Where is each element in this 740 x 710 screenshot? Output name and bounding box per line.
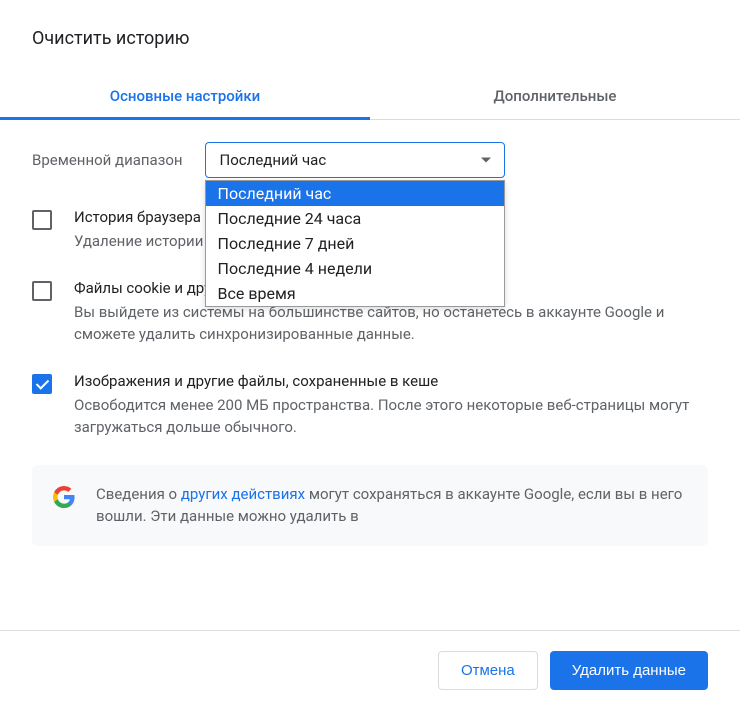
option-desc: Вы выйдете из системы на большинстве сай… bbox=[74, 301, 708, 346]
dropdown-option-24h[interactable]: Последние 24 часа bbox=[206, 206, 504, 231]
option-title: Изображения и другие файлы, сохраненные … bbox=[74, 372, 708, 390]
option-text: Изображения и другие файлы, сохраненные … bbox=[74, 372, 708, 439]
google-logo-icon bbox=[52, 485, 76, 509]
option-desc: Освободится менее 200 МБ пространства. П… bbox=[74, 394, 708, 439]
dropdown-option-4w[interactable]: Последние 4 недели bbox=[206, 256, 504, 281]
info-text-before: Сведения о bbox=[96, 485, 181, 503]
time-range-selected-value: Последний час bbox=[220, 151, 327, 169]
time-range-label: Временной диапазон bbox=[32, 151, 183, 169]
time-range-dropdown: Последний час Последние 24 часа Последни… bbox=[205, 180, 505, 307]
clear-data-button[interactable]: Удалить данные bbox=[550, 651, 708, 690]
info-text: Сведения о других действиях могут сохран… bbox=[96, 483, 688, 528]
dropdown-option-all[interactable]: Все время bbox=[206, 281, 504, 306]
checkbox-cookies[interactable] bbox=[32, 281, 52, 301]
time-range-row: Временной диапазон Последний час Последн… bbox=[32, 142, 708, 178]
dropdown-option-last-hour[interactable]: Последний час bbox=[206, 181, 504, 206]
other-actions-link[interactable]: других действиях bbox=[181, 485, 305, 503]
tab-advanced[interactable]: Дополнительные bbox=[370, 73, 740, 119]
dropdown-option-7d[interactable]: Последние 7 дней bbox=[206, 231, 504, 256]
dialog-content: Временной диапазон Последний час Последн… bbox=[32, 120, 708, 546]
clear-history-dialog: Очистить историю Основные настройки Допо… bbox=[0, 0, 740, 546]
tabs: Основные настройки Дополнительные bbox=[0, 73, 740, 120]
dialog-footer: Отмена Удалить данные bbox=[0, 630, 740, 710]
time-range-select-wrap: Последний час Последний час Последние 24… bbox=[205, 142, 505, 178]
time-range-select[interactable]: Последний час bbox=[205, 142, 505, 178]
dialog-title: Очистить историю bbox=[32, 28, 708, 49]
checkbox-browsing-history[interactable] bbox=[32, 210, 52, 230]
tab-basic[interactable]: Основные настройки bbox=[0, 73, 370, 119]
checkbox-cache[interactable] bbox=[32, 374, 52, 394]
option-cache: Изображения и другие файлы, сохраненные … bbox=[32, 372, 708, 439]
cancel-button[interactable]: Отмена bbox=[438, 651, 538, 690]
google-info-box: Сведения о других действиях могут сохран… bbox=[32, 465, 708, 546]
chevron-down-icon bbox=[481, 158, 491, 163]
